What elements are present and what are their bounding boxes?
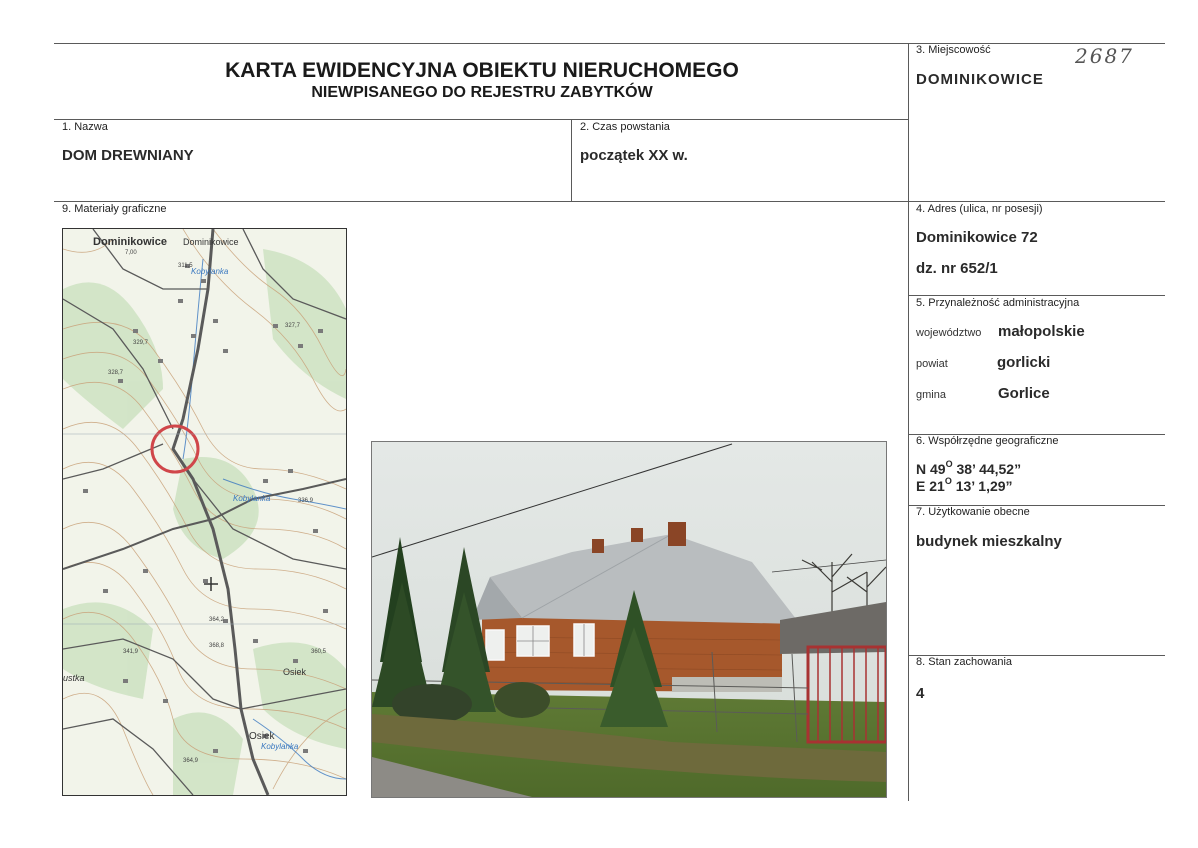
page-title: KARTA EWIDENCYJNA OBIEKTU NIERUCHOMEGO [225,59,739,82]
map-label-river3: Kobylanka [261,742,299,751]
map-height-5: 327,7 [285,323,301,329]
wojewodztwo-label: województwo [916,327,982,339]
page-subtitle: NIEWPISANEGO DO REJESTRU ZABYTKÓW [311,84,653,101]
materialy-label: 9. Materiały graficzne [62,203,167,215]
powiat-label: powiat [916,358,948,370]
map-height-6: 336,9 [298,498,314,504]
adres-line1: Dominikowice 72 [916,229,1038,246]
gmina-value: Gorlice [998,385,1050,402]
map-label-edge: ustka [63,673,85,683]
czas-label: 2. Czas powstania [580,121,670,133]
map-label-village1: Osiek [283,667,307,677]
map-drawing: Dominikowice Dominikowice Kobylanka Koby… [63,229,346,795]
rule-row2 [54,201,1165,202]
map-height-10: 360,5 [311,649,327,655]
map-height-4: 328,7 [108,370,124,376]
przynaleznosc-label: 5. Przynależność administracyjna [916,297,1080,309]
map-height-7: 364,2 [209,617,225,623]
stan-value: 4 [916,685,925,702]
house-photo [371,441,887,798]
map-height-11: 364,9 [183,758,199,764]
map-height-2: 311,5 [178,263,193,269]
adres-line2: dz. nr 652/1 [916,260,998,277]
nazwa-value: DOM DREWNIANY [62,147,194,164]
rule-row1 [54,119,909,120]
wojewodztwo-value: małopolskie [998,323,1085,340]
house-photo-drawing [372,442,886,797]
gmina-label: gmina [916,389,946,401]
handwritten-number: 2687 [1075,44,1134,68]
rule-r5 [909,295,1165,296]
uzytkowanie-value: budynek mieszkalny [916,533,1062,550]
map-label-town1: Dominikowice [93,236,167,248]
nazwa-label: 1. Nazwa [62,121,108,133]
uzytkowanie-label: 7. Użytkowanie obecne [916,506,1030,518]
miejscowosc-label: 3. Miejscowość [916,44,991,56]
vrule-row1 [571,119,572,201]
czas-value: początek XX w. [580,147,688,164]
wspolrzedne-label: 6. Współrzędne geograficzne [916,435,1059,447]
stan-label: 8. Stan zachowania [916,656,1013,668]
coord-east: E 21O 13’ 1,29” [916,476,1013,494]
map-height-8: 368,8 [209,643,225,649]
map-label-river1: Kobylanka [191,267,229,276]
top-rule [54,43,1165,44]
map-label-river2: Kobylanka [233,494,271,503]
adres-label: 4. Adres (ulica, nr posesji) [916,203,1043,215]
map-label-village2: Osiek [249,731,276,742]
vrule-right-column [908,43,909,801]
map-height-1: 7,00 [125,250,137,256]
miejscowosc-value: DOMINIKOWICE [916,71,1044,88]
coord-north: N 49O 38’ 44,52” [916,459,1022,477]
map-height-9: 341,9 [123,649,139,655]
powiat-value: gorlicki [997,354,1051,371]
map-height-3: 329,7 [133,340,149,346]
map-label-town2: Dominikowice [183,237,239,247]
topographic-map: Dominikowice Dominikowice Kobylanka Koby… [62,228,347,796]
